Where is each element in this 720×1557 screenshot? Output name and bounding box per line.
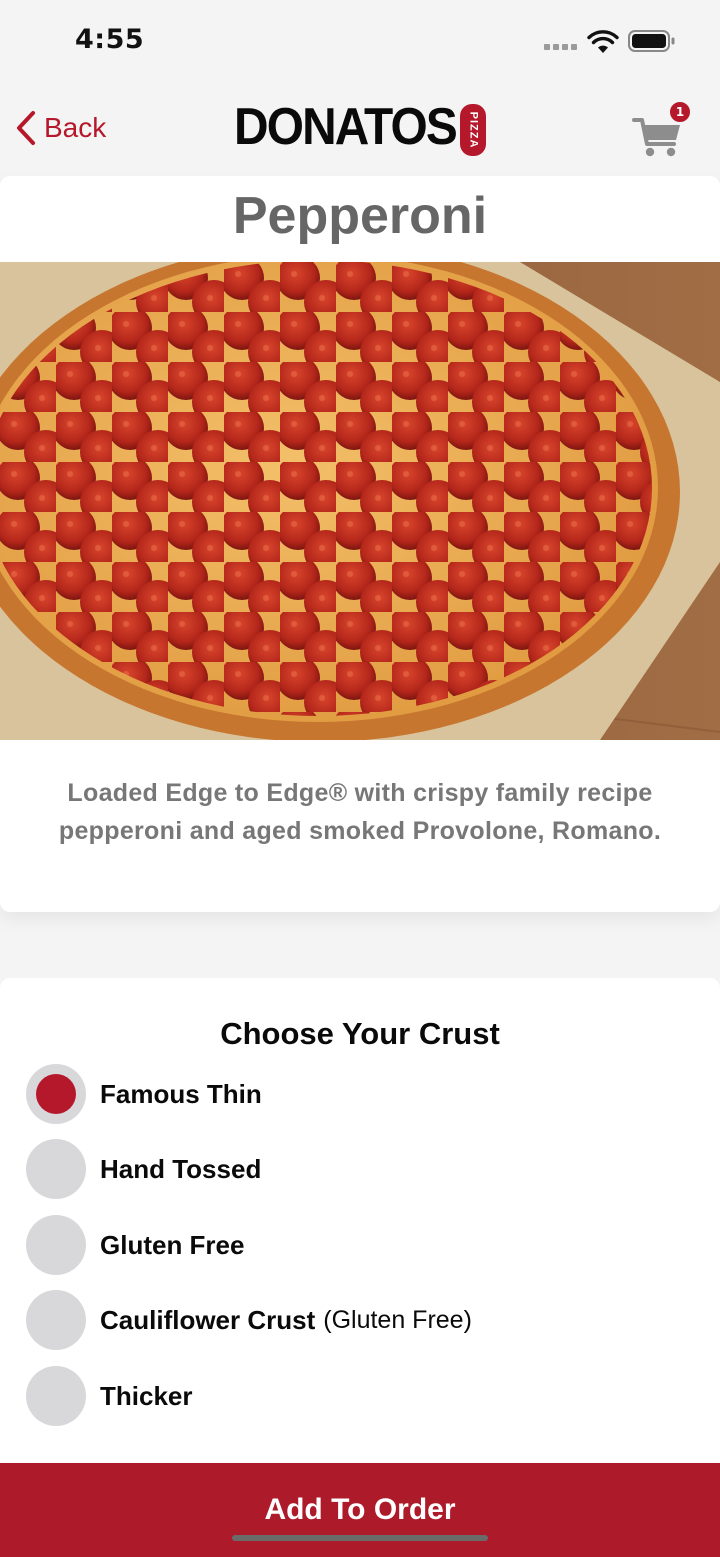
chevron-left-icon (17, 111, 35, 145)
crust-option-thicker[interactable]: Thicker (26, 1366, 686, 1426)
back-label: Back (44, 112, 107, 143)
status-time: 4:55 (75, 24, 145, 55)
home-indicator (232, 1535, 488, 1541)
crust-option-label: Famous Thin (100, 1078, 262, 1109)
logo-pizza-tag: PIZZA (460, 104, 486, 156)
crust-option-hand-tossed[interactable]: Hand Tossed (26, 1139, 686, 1199)
logo-tag-text: PIZZA (467, 111, 479, 149)
crust-options-panel: Choose Your Crust Famous Thin Hand Tosse… (0, 978, 720, 1478)
pepperoni-pizza-image (0, 262, 720, 740)
status-bar: 4:55 (0, 0, 720, 84)
cart-button[interactable]: 1 (630, 100, 696, 157)
crust-option-label: Thicker (100, 1380, 193, 1411)
product-title: Pepperoni (232, 187, 488, 245)
radio-selected-icon[interactable] (26, 1064, 86, 1124)
crust-option-label: Cauliflower Crust (100, 1304, 316, 1335)
cart-count-badge: 1 (668, 100, 692, 124)
add-to-order-label: Add To Order (264, 1493, 456, 1526)
logo-wordmark: DONATOS (234, 98, 458, 156)
cellular-signal-icon (544, 44, 580, 52)
crust-option-label: Gluten Free (100, 1229, 245, 1260)
product-card: Pepperoni Loaded Edge to Edge® with cris… (0, 176, 720, 912)
radio-unselected-icon[interactable] (26, 1366, 86, 1426)
product-description: Loaded Edge to Edge® with crispy family … (58, 779, 662, 845)
back-button[interactable]: Back (14, 108, 106, 148)
add-to-order-button[interactable]: Add To Order (0, 1463, 720, 1557)
crust-option-cauliflower[interactable]: Cauliflower Crust (Gluten Free) (26, 1290, 686, 1350)
crust-option-note: (Gluten Free) (323, 1305, 472, 1334)
radio-unselected-icon[interactable] (26, 1290, 86, 1350)
navigation-bar: Back DONATOS PIZZA 1 (0, 84, 720, 176)
crust-heading: Choose Your Crust (220, 1016, 500, 1051)
radio-unselected-icon[interactable] (26, 1215, 86, 1275)
crust-option-famous-thin[interactable]: Famous Thin (26, 1064, 686, 1124)
wifi-icon (587, 30, 619, 53)
battery-icon (628, 30, 675, 52)
radio-unselected-icon[interactable] (26, 1139, 86, 1199)
donatos-logo: DONATOS PIZZA (234, 98, 488, 156)
crust-option-label: Hand Tossed (100, 1153, 262, 1184)
crust-option-gluten-free[interactable]: Gluten Free (26, 1215, 686, 1275)
